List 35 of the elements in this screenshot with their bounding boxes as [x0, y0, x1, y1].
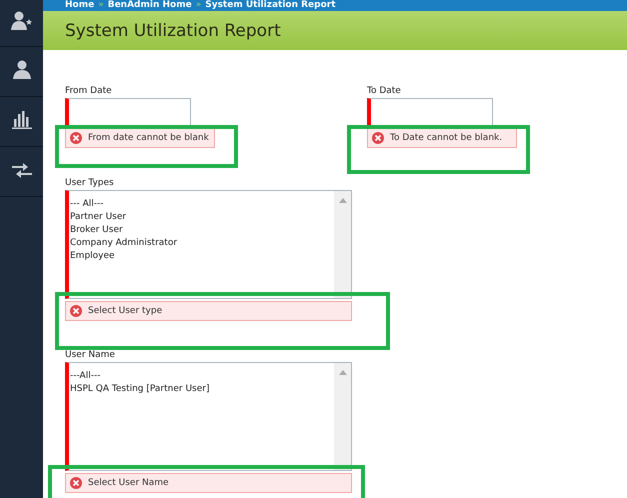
field-label: From Date: [65, 86, 113, 97]
error-text: From date cannot be blank: [88, 133, 209, 143]
list-option[interactable]: Partner User: [70, 211, 334, 224]
field-label: To Date: [367, 86, 402, 97]
transfer-arrows-icon: [12, 162, 32, 178]
scrollbar[interactable]: [334, 191, 351, 298]
bar-chart-icon: [12, 110, 32, 128]
page-title: System Utilization Report: [65, 20, 281, 40]
date-input[interactable]: [65, 98, 191, 126]
error-icon: [70, 477, 82, 489]
list-option[interactable]: ---All---: [70, 370, 334, 383]
list-option[interactable]: --- All---: [70, 198, 334, 211]
breadcrumb-separator: »: [196, 0, 202, 11]
list-option[interactable]: Broker User: [70, 224, 334, 237]
error-icon: [70, 305, 82, 317]
breadcrumb-link[interactable]: BenAdmin Home: [108, 0, 192, 11]
breadcrumb-separator: »: [98, 0, 104, 11]
date-input[interactable]: [367, 98, 493, 126]
list-option[interactable]: Employee: [70, 250, 334, 263]
scroll-up-icon: [338, 198, 346, 203]
list-option[interactable]: Company Administrator: [70, 237, 334, 250]
error-icon: [70, 132, 82, 144]
user-icon: [12, 60, 30, 80]
user-star-icon: [10, 11, 32, 31]
breadcrumb-link[interactable]: System Utilization Report: [205, 0, 336, 11]
scroll-up-icon: [338, 370, 346, 375]
field-label: User Name: [65, 350, 116, 361]
error-text: Select User Name: [88, 478, 169, 488]
error-icon: [372, 132, 384, 144]
error-text: To Date cannot be blank.: [390, 133, 502, 143]
breadcrumb-link[interactable]: Home: [65, 0, 94, 11]
field-label: User Types: [65, 178, 115, 189]
error-text: Select User type: [88, 306, 162, 316]
list-option[interactable]: HSPL QA Testing [Partner User]: [70, 383, 334, 396]
scrollbar[interactable]: [334, 363, 351, 470]
